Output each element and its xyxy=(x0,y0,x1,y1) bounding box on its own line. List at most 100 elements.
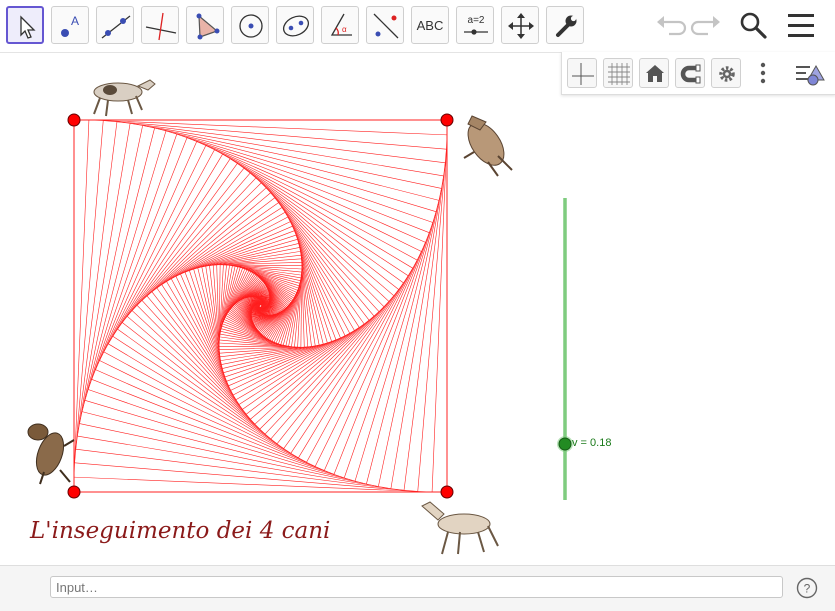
pursuit-segment xyxy=(246,320,369,414)
pursuit-segment xyxy=(103,121,446,150)
construction-title: L'inseguimento dei 4 cani xyxy=(30,518,330,544)
slider-tool-label: a=2 xyxy=(468,15,485,26)
redo-icon xyxy=(688,6,726,44)
settings-tool-button[interactable] xyxy=(546,6,584,44)
pursuit-segment xyxy=(232,266,301,278)
search-icon xyxy=(734,6,772,44)
pursuit-segment xyxy=(118,163,238,329)
corner-point-top-right[interactable] xyxy=(441,114,453,126)
polygon-tool-button[interactable] xyxy=(186,6,224,44)
slider-icon: a=2 xyxy=(457,7,495,45)
pursuit-segment xyxy=(237,163,403,282)
pursuit-segment xyxy=(96,141,197,369)
pursuit-segment xyxy=(166,131,436,212)
dog-top-left-image xyxy=(94,80,155,116)
corner-point-top-left[interactable] xyxy=(68,114,80,126)
wrench-icon xyxy=(547,7,585,45)
pursuit-segment xyxy=(85,400,355,481)
pursuit-segment xyxy=(171,279,233,395)
move-graphics-tool-button[interactable] xyxy=(501,6,539,44)
circle-tool-button[interactable] xyxy=(231,6,269,44)
pursuit-segment xyxy=(324,242,425,470)
pursuit-segment xyxy=(137,305,260,429)
pursuit-curves xyxy=(74,120,447,492)
point-icon: A xyxy=(52,7,90,45)
pursuit-segment xyxy=(260,307,384,429)
undo-icon xyxy=(651,6,689,44)
slider-knob[interactable] xyxy=(559,438,571,450)
move-tool-button[interactable] xyxy=(6,6,44,44)
pursuit-segment xyxy=(220,334,289,346)
pursuit-segment xyxy=(77,123,130,436)
pursuit-segment xyxy=(432,135,447,492)
pursuit-segment xyxy=(74,120,89,477)
graphics-view[interactable] xyxy=(0,53,835,565)
pursuit-segment xyxy=(288,217,350,333)
pursuit-segment xyxy=(298,268,412,458)
pursuit-segment xyxy=(108,344,298,458)
help-icon: ? xyxy=(796,577,818,599)
pursuit-segment xyxy=(220,337,292,347)
angle-icon: α xyxy=(322,7,360,45)
pursuit-segment xyxy=(261,183,384,307)
pursuit-segment xyxy=(155,128,439,200)
redo-button[interactable] xyxy=(688,6,726,44)
pursuit-segment xyxy=(96,370,325,471)
pursuit-segment xyxy=(171,217,288,279)
undo-button[interactable] xyxy=(651,6,689,44)
pursuit-segment xyxy=(271,193,374,316)
reflect-icon xyxy=(367,7,405,45)
pursuit-segment xyxy=(275,198,369,321)
point-tool-button[interactable]: A xyxy=(51,6,89,44)
pursuit-segment xyxy=(82,128,155,412)
perpendicular-icon xyxy=(142,7,180,45)
line-tool-button[interactable] xyxy=(96,6,134,44)
line-icon xyxy=(97,7,135,45)
pursuit-segment xyxy=(85,131,166,400)
pursuit-segment xyxy=(230,265,302,275)
pursuit-segment xyxy=(75,121,104,463)
svg-text:A: A xyxy=(71,14,79,28)
dog-top-right-image xyxy=(461,116,512,176)
input-bar: ? xyxy=(0,565,835,611)
pursuit-segment xyxy=(220,266,232,334)
angle-tool-button[interactable]: α xyxy=(321,6,359,44)
dog-bottom-right-image xyxy=(422,502,498,554)
corner-point-bottom-right[interactable] xyxy=(441,486,453,498)
pursuit-segment xyxy=(137,183,261,305)
pursuit-segment xyxy=(75,463,418,492)
move-arrows-icon xyxy=(502,7,540,45)
text-tool-button[interactable]: ABC xyxy=(411,6,449,44)
algebra-input-field[interactable] xyxy=(50,576,783,598)
menu-icon xyxy=(782,6,820,44)
dog-bottom-left-image xyxy=(28,424,74,484)
ellipse-tool-button[interactable] xyxy=(276,6,314,44)
search-button[interactable] xyxy=(734,6,772,44)
toolbar: A α xyxy=(0,0,835,53)
pursuit-segment xyxy=(118,329,284,448)
pursuit-segment xyxy=(108,154,222,344)
perpendicular-tool-button[interactable] xyxy=(141,6,179,44)
slider-tool-button[interactable]: a=2 xyxy=(456,6,494,44)
menu-button[interactable] xyxy=(782,6,820,44)
pursuit-segment xyxy=(152,198,275,292)
pursuit-segment xyxy=(147,193,271,296)
circle-icon xyxy=(232,7,270,45)
pointer-icon xyxy=(8,8,46,46)
ellipse-icon xyxy=(277,7,315,45)
polygon-icon xyxy=(187,7,225,45)
svg-text:?: ? xyxy=(804,582,811,596)
input-help-button[interactable]: ? xyxy=(796,577,818,599)
svg-text:α: α xyxy=(342,25,347,34)
pursuit-segment xyxy=(82,412,366,484)
slider-label: v = 0.18 xyxy=(572,437,611,449)
text-tool-label: ABC xyxy=(412,7,448,43)
pursuit-segment xyxy=(289,278,301,346)
square-outline xyxy=(74,120,447,492)
pursuit-segment xyxy=(233,333,350,395)
reflect-tool-button[interactable] xyxy=(366,6,404,44)
pursuit-segment xyxy=(147,296,250,419)
corner-point-bottom-left[interactable] xyxy=(68,486,80,498)
pursuit-segment xyxy=(130,123,444,176)
pursuit-segment xyxy=(355,212,436,481)
